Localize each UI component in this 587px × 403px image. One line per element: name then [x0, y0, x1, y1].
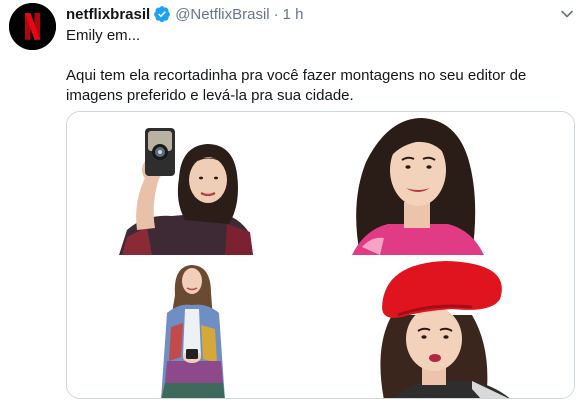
- emily-full-body-phone-image: [67, 257, 320, 398]
- emily-selfie-camera-image: [67, 112, 320, 255]
- emily-red-beret-image: [322, 257, 574, 398]
- separator-dot: ·: [273, 5, 279, 23]
- tweet-text-line-1: Emily em...: [66, 27, 141, 44]
- media-image-1[interactable]: [67, 112, 320, 255]
- more-options-button[interactable]: [559, 6, 575, 22]
- tweet-text: Emily em... Aqui tem ela recortadinha pr…: [66, 26, 571, 106]
- tweet-header: netflixbrasil @NetflixBrasil · 1 h: [66, 4, 303, 24]
- netflix-logo-icon: [9, 3, 56, 50]
- emily-portrait-smile-image: [322, 112, 574, 255]
- media-image-3[interactable]: [67, 257, 320, 398]
- media-grid: [66, 111, 575, 399]
- tweet-text-line-2: Aqui tem ela recortadinha pra você fazer…: [66, 67, 527, 104]
- avatar[interactable]: [9, 3, 56, 50]
- media-image-2[interactable]: [322, 112, 574, 255]
- verified-badge-icon: [153, 5, 171, 23]
- user-handle[interactable]: @NetflixBrasil: [175, 6, 269, 23]
- chevron-down-icon: [561, 10, 573, 18]
- media-divider-horizontal: [67, 255, 574, 257]
- display-name[interactable]: netflixbrasil: [66, 6, 150, 23]
- tweet[interactable]: netflixbrasil @NetflixBrasil · 1 h Emily…: [0, 0, 587, 403]
- media-image-4[interactable]: [322, 257, 574, 398]
- timestamp[interactable]: 1 h: [283, 6, 304, 23]
